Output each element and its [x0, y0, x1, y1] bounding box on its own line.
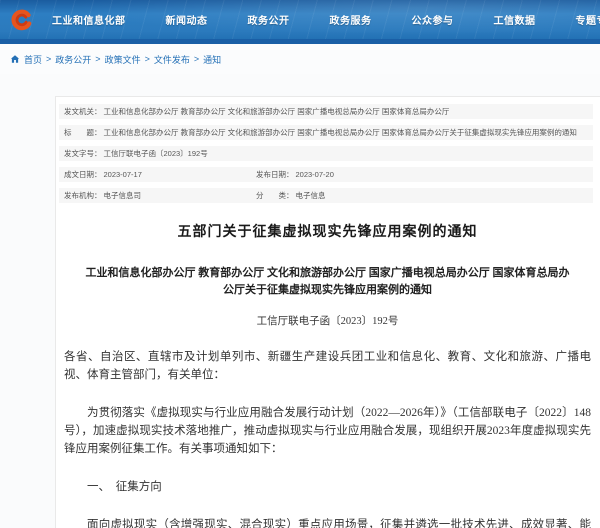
meta-row-issuing-agency: 发文机关： 工业和信息化部办公厅 教育部办公厅 文化和旅游部办公厅 国家广播电视…: [59, 104, 593, 119]
home-icon[interactable]: [10, 54, 20, 64]
nav-item-public-participation[interactable]: 公众参与: [412, 12, 454, 27]
breadcrumb-home[interactable]: 首页: [24, 53, 42, 66]
meta-label: 分 类：: [256, 188, 294, 203]
breadcrumb-notice[interactable]: 通知: [203, 53, 221, 66]
meta-value: 电子信息: [296, 188, 326, 203]
meta-value: 工业和信息化部办公厅 教育部办公厅 文化和旅游部办公厅 国家广播电视总局办公厅 …: [104, 104, 450, 119]
main-nav: 工业和信息化部 新闻动态 政务公开 政务服务 公众参与 工信数据 专题专栏: [52, 12, 600, 27]
doc-paragraph-direction: 面向虚拟现实（含增强现实、混合现实）重点应用场景，征集并遴选一批技术先进、成效显…: [64, 516, 591, 528]
top-nav-bar: 工业和信息化部 新闻动态 政务公开 政务服务 公众参与 工信数据 专题专栏: [0, 0, 600, 44]
meta-row-title: 标 题： 工业和信息化部办公厅 教育部办公厅 文化和旅游部办公厅 国家广播电视总…: [59, 125, 593, 140]
meta-row-doc-number: 发文字号： 工信厅联电子函〔2023〕192号: [59, 146, 593, 161]
doc-number: 工信厅联电子函〔2023〕192号: [64, 313, 591, 328]
meta-label: 发布机构：: [64, 188, 102, 203]
breadcrumb-separator: >: [46, 54, 51, 64]
breadcrumb-policy-docs[interactable]: 政策文件: [105, 53, 141, 66]
meta-label: 发文字号：: [64, 146, 102, 161]
miit-logo-icon[interactable]: [10, 9, 32, 31]
nav-item-miit-data[interactable]: 工信数据: [494, 12, 536, 27]
nav-item-special-topics[interactable]: 专题专栏: [576, 12, 600, 27]
meta-value: 2023-07-20: [296, 167, 334, 182]
meta-value: 工业和信息化部办公厅 教育部办公厅 文化和旅游部办公厅 国家广播电视总局办公厅 …: [104, 125, 577, 140]
breadcrumb: 首页 > 政务公开 > 政策文件 > 文件发布 > 通知: [0, 44, 600, 74]
doc-subtitle: 工业和信息化部办公厅 教育部办公厅 文化和旅游部办公厅 国家广播电视总局办公厅 …: [85, 265, 570, 299]
meta-value: 工信厅联电子函〔2023〕192号: [104, 146, 208, 161]
meta-value: 电子信息司: [104, 188, 142, 203]
doc-paragraph-intro: 为贯彻落实《虚拟现实与行业应用融合发展行动计划（2022—2026年）》（工信部…: [64, 404, 591, 458]
doc-meta-table: 发文机关： 工业和信息化部办公厅 教育部办公厅 文化和旅游部办公厅 国家广播电视…: [59, 104, 593, 203]
document-body: 五部门关于征集虚拟现实先锋应用案例的通知 工业和信息化部办公厅 教育部办公厅 文…: [59, 221, 593, 528]
meta-row-publisher-category: 发布机构： 电子信息司 分 类： 电子信息: [59, 188, 593, 203]
breadcrumb-separator: >: [145, 54, 150, 64]
nav-item-news[interactable]: 新闻动态: [166, 12, 208, 27]
breadcrumb-doc-release[interactable]: 文件发布: [154, 53, 190, 66]
nav-item-gov-open[interactable]: 政务公开: [248, 12, 290, 27]
meta-value: 2023-07-17: [104, 167, 142, 182]
meta-label: 成文日期：: [64, 167, 102, 182]
nav-item-gov-services[interactable]: 政务服务: [330, 12, 372, 27]
breadcrumb-gov-open[interactable]: 政务公开: [55, 53, 91, 66]
meta-label: 发布日期：: [256, 167, 294, 182]
breadcrumb-separator: >: [194, 54, 199, 64]
meta-label: 发文机关：: [64, 104, 102, 119]
meta-label: 标 题：: [64, 125, 102, 140]
page-title: 五部门关于征集虚拟现实先锋应用案例的通知: [64, 221, 591, 241]
meta-row-dates: 成文日期： 2023-07-17 发布日期： 2023-07-20: [59, 167, 593, 182]
doc-section-heading-1: 一、 征集方向: [64, 478, 591, 496]
nav-item-miit[interactable]: 工业和信息化部: [52, 12, 126, 27]
doc-salutation: 各省、自治区、直辖市及计划单列市、新疆生产建设兵团工业和信息化、教育、文化和旅游…: [64, 348, 591, 384]
content-card: 发文机关： 工业和信息化部办公厅 教育部办公厅 文化和旅游部办公厅 国家广播电视…: [55, 96, 600, 528]
breadcrumb-separator: >: [95, 54, 100, 64]
